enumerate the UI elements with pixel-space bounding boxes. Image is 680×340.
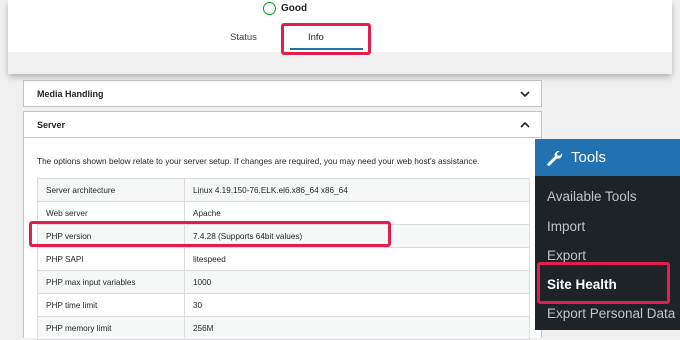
header-tab-strip — [8, 52, 672, 74]
chevron-up-icon — [520, 121, 530, 128]
table-row: PHP max input variables 1000 — [37, 270, 530, 294]
chevron-down-icon — [520, 91, 530, 98]
table-row: Server architecture Linux 4.19.150-76.EL… — [37, 178, 530, 202]
menu-item-export[interactable]: Export — [547, 248, 586, 263]
table-row: PHP SAPI litespeed — [37, 247, 530, 271]
media-handling-accordion[interactable]: Media Handling — [23, 80, 542, 107]
table-row: PHP time limit 30 — [37, 293, 530, 317]
server-title: Server — [37, 120, 66, 130]
menu-item-export-personal-data[interactable]: Export Personal Data — [547, 306, 675, 321]
wrench-icon — [547, 150, 563, 166]
site-health-header: Good Status Info — [8, 0, 672, 74]
server-description: The options shown below relate to your s… — [37, 156, 480, 166]
status-indicator: Good — [263, 0, 307, 16]
tab-status[interactable]: Status — [230, 32, 257, 43]
status-label: Good — [281, 2, 308, 14]
status-circle-icon — [263, 1, 276, 15]
row-value: 1000 — [184, 270, 530, 294]
table-row: PHP memory limit 256M — [37, 316, 530, 340]
info-tab-highlight — [281, 23, 371, 55]
row-key: PHP time limit — [37, 293, 185, 317]
php-version-highlight — [29, 221, 391, 247]
menu-item-import[interactable]: Import — [547, 219, 585, 234]
site-health-highlight — [537, 262, 670, 304]
server-info-table: Server architecture Linux 4.19.150-76.EL… — [37, 178, 530, 340]
row-key: PHP max input variables — [37, 270, 185, 294]
row-value: Linux 4.19.150-76.ELK.el6.x86_64 x86_64 — [184, 178, 530, 202]
row-value: 30 — [184, 293, 530, 317]
row-key: Server architecture — [37, 178, 185, 202]
tools-menu-title: Tools — [571, 149, 607, 166]
row-value: 256M — [184, 316, 530, 340]
row-key: PHP memory limit — [37, 316, 185, 340]
row-value: litespeed — [184, 247, 530, 271]
row-key: PHP SAPI — [37, 247, 185, 271]
media-handling-title: Media Handling — [37, 89, 104, 99]
menu-item-available-tools[interactable]: Available Tools — [547, 189, 637, 204]
tools-menu-header[interactable]: Tools — [535, 139, 680, 176]
server-accordion[interactable]: Server — [23, 111, 542, 138]
